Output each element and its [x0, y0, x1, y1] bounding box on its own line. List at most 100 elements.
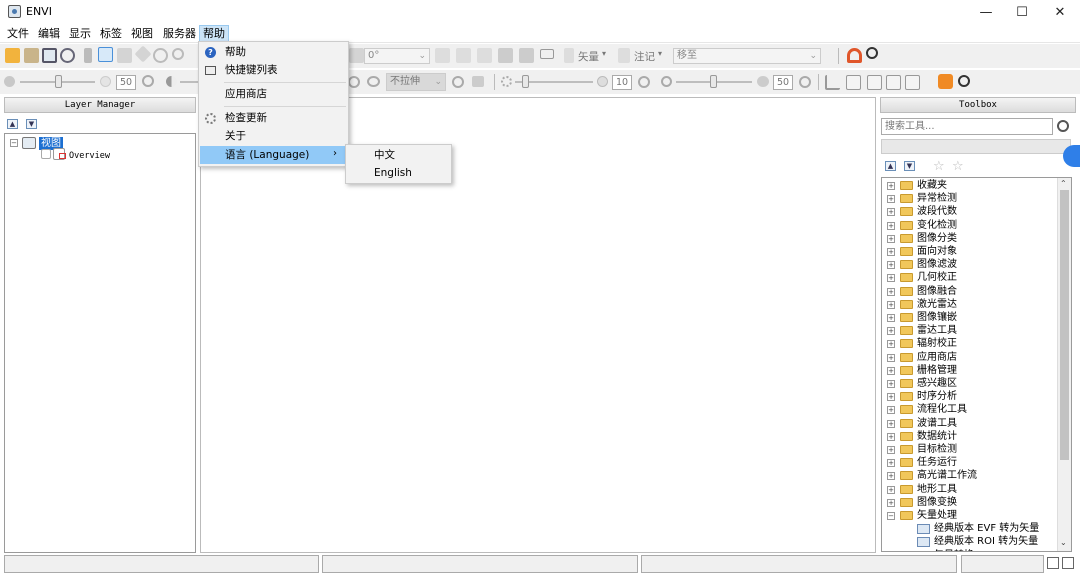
- sharpen-value[interactable]: 10: [612, 75, 632, 90]
- toolbox-folder[interactable]: + 辐射校正: [882, 337, 1056, 350]
- toolbox-folder[interactable]: + 图像融合: [882, 285, 1056, 298]
- layout-two-icon[interactable]: [886, 75, 901, 90]
- expand-toggle-icon[interactable]: +: [887, 485, 895, 494]
- chart-profile-icon[interactable]: [825, 75, 840, 90]
- expand-toggle-icon[interactable]: +: [887, 314, 895, 322]
- measure-icon[interactable]: [519, 48, 534, 63]
- expand-toggle-icon[interactable]: +: [887, 393, 895, 402]
- toolbox-folder[interactable]: + 面向对象: [882, 245, 1056, 258]
- toolbox-tool[interactable]: 经典版本 EVF 转为矢量: [882, 522, 1056, 535]
- menu-view[interactable]: 视图: [128, 26, 156, 41]
- crosshair-icon[interactable]: [60, 48, 75, 63]
- toolbox-folder[interactable]: + 波段代数: [882, 205, 1056, 218]
- menu-item-app-store[interactable]: 应用商店: [200, 85, 348, 103]
- menu-item-about[interactable]: 关于: [200, 127, 348, 145]
- menu-edit[interactable]: 编辑: [35, 26, 63, 41]
- menu-server[interactable]: 服务器: [160, 26, 199, 41]
- expand-toggle-icon[interactable]: +: [887, 221, 895, 230]
- vector-label[interactable]: 矢量: [578, 49, 599, 64]
- expand-toggle-icon[interactable]: +: [887, 182, 895, 190]
- reset-sharpen-icon[interactable]: [638, 76, 650, 88]
- toolbox-folder[interactable]: + 应用商店: [882, 351, 1056, 364]
- stretch-combo[interactable]: 不拉伸 ⌄: [386, 73, 446, 91]
- toolbox-folder[interactable]: + 流程化工具: [882, 403, 1056, 416]
- expand-toggle-icon[interactable]: +: [887, 432, 895, 441]
- expand-toggle-icon[interactable]: +: [887, 208, 895, 217]
- sharpen-slider-handle[interactable]: [522, 75, 529, 88]
- expand-toggle-icon[interactable]: +: [887, 459, 895, 468]
- menu-help[interactable]: 帮助: [199, 25, 229, 42]
- display-icon[interactable]: [42, 48, 57, 63]
- select-cursor-icon[interactable]: [98, 47, 113, 62]
- expand-toggle-icon[interactable]: +: [887, 195, 895, 204]
- annotation-dropdown-icon[interactable]: ▾: [658, 49, 662, 58]
- expand-toggle-icon[interactable]: +: [887, 248, 895, 256]
- toolbox-folder[interactable]: − 矢量处理: [882, 509, 1056, 522]
- status-toggle-icon[interactable]: [1047, 557, 1059, 569]
- expand-toggle-icon[interactable]: +: [887, 234, 895, 243]
- search-icon[interactable]: [866, 47, 878, 59]
- expand-toggle-icon[interactable]: −: [887, 512, 895, 520]
- expand-toggle-icon[interactable]: +: [887, 327, 895, 336]
- menu-item-check-updates[interactable]: 检查更新: [200, 109, 348, 127]
- toolbox-folder[interactable]: + 地形工具: [882, 483, 1056, 496]
- toolbox-search-input[interactable]: 搜索工具...: [881, 118, 1053, 135]
- open-icon[interactable]: [5, 48, 20, 63]
- reset-stretch-icon[interactable]: [452, 76, 464, 88]
- toolbox-folder[interactable]: + 目标检测: [882, 443, 1056, 456]
- maximize-button[interactable]: ☐: [1004, 0, 1040, 24]
- zoom-icon[interactable]: [172, 48, 184, 60]
- keyboard-icon[interactable]: [540, 49, 554, 59]
- expand-toggle-icon[interactable]: +: [887, 353, 895, 362]
- collapse-all-button[interactable]: ▲: [7, 119, 18, 129]
- toolbox-scrollbar[interactable]: ⌃ ⌄: [1057, 178, 1071, 551]
- toolbox-folder[interactable]: + 变化检测: [882, 219, 1056, 232]
- brightness-slider-handle[interactable]: [55, 75, 62, 88]
- toolbox-folder[interactable]: + 任务运行: [882, 456, 1056, 469]
- toolbox-folder[interactable]: + 收藏夹: [882, 179, 1056, 192]
- pin-icon[interactable]: [84, 48, 92, 63]
- histogram-icon[interactable]: [472, 76, 484, 87]
- toolbox-folder[interactable]: + 图像镶嵌: [882, 311, 1056, 324]
- goto-combo[interactable]: 移至 ⌄: [673, 48, 821, 64]
- toolbox-folder[interactable]: + 栅格管理: [882, 364, 1056, 377]
- spectral-profile-icon[interactable]: [846, 75, 861, 90]
- toolbox-folder[interactable]: + 异常检测: [882, 192, 1056, 205]
- transparency-slider-handle[interactable]: [710, 75, 717, 88]
- pan-icon[interactable]: [117, 48, 132, 63]
- close-button[interactable]: ✕: [1042, 0, 1078, 24]
- brightness-value[interactable]: 50: [116, 75, 136, 90]
- expand-all-button[interactable]: ▼: [26, 119, 37, 129]
- floating-assistant-icon[interactable]: [1063, 145, 1080, 167]
- toolbox-tool[interactable]: 经典版本 ROI 转为矢量: [882, 535, 1056, 548]
- rotation-combo[interactable]: 0° ⌄: [364, 48, 430, 64]
- toolbox-folder[interactable]: + 图像变换: [882, 496, 1056, 509]
- toolbox-folder[interactable]: + 几何校正: [882, 271, 1056, 284]
- toolbox-collapse-button[interactable]: ▲: [885, 161, 896, 171]
- line-tool-icon[interactable]: [477, 48, 492, 63]
- scrollbar-thumb[interactable]: [1060, 190, 1069, 460]
- scroll-up-icon[interactable]: ⌃: [1060, 179, 1067, 188]
- menu-item-help[interactable]: 帮助: [200, 43, 348, 61]
- expand-toggle-icon[interactable]: +: [887, 380, 895, 388]
- rotate-icon[interactable]: [153, 48, 168, 63]
- toolbox-folder[interactable]: + 雷达工具: [882, 324, 1056, 337]
- toolbox-folder[interactable]: + 时序分析: [882, 390, 1056, 403]
- reset-brightness-icon[interactable]: [142, 75, 154, 87]
- toolbox-folder[interactable]: + 激光雷达: [882, 298, 1056, 311]
- annotation-label[interactable]: 注记: [634, 49, 655, 64]
- star-add-icon[interactable]: ☆: [952, 159, 964, 174]
- expand-toggle-icon[interactable]: +: [887, 274, 895, 283]
- expand-toggle-icon[interactable]: +: [887, 287, 895, 296]
- edit-tool-icon[interactable]: [498, 48, 513, 63]
- shopping-bag-icon[interactable]: [938, 74, 953, 89]
- resize-grip-icon[interactable]: [1062, 557, 1074, 569]
- scroll-down-icon[interactable]: ⌄: [1060, 538, 1067, 547]
- toolbox-folder[interactable]: + 感兴趣区: [882, 377, 1056, 390]
- menu-item-english[interactable]: English: [347, 164, 451, 182]
- visibility-checkbox[interactable]: [41, 149, 51, 159]
- layout-one-icon[interactable]: [867, 75, 882, 90]
- expand-toggle-icon[interactable]: +: [887, 340, 895, 349]
- tree-node-overview[interactable]: Overview: [69, 150, 110, 163]
- hand-tool-icon[interactable]: [435, 48, 450, 63]
